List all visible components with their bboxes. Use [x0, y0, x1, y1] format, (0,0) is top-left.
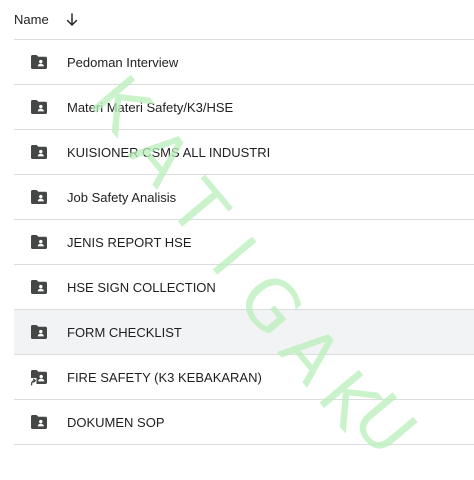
shared-folder-shortcut-icon [29, 367, 49, 387]
list-item[interactable]: JENIS REPORT HSE [14, 220, 474, 265]
shared-folder-icon [29, 232, 49, 252]
item-label: KUISIONER CSMS ALL INDUSTRI [67, 144, 271, 160]
item-label: HSE SIGN COLLECTION [67, 279, 216, 295]
shared-folder-icon [29, 322, 49, 342]
list-item[interactable]: Job Safety Analisis [14, 175, 474, 220]
file-list: Pedoman Interview Materi Materi Safety/K… [14, 40, 474, 445]
shared-folder-icon [29, 187, 49, 207]
item-label: DOKUMEN SOP [67, 414, 165, 430]
item-label: FORM CHECKLIST [67, 324, 182, 340]
shared-folder-icon [29, 412, 49, 432]
list-item[interactable]: Pedoman Interview [14, 40, 474, 85]
list-item[interactable]: DOKUMEN SOP [14, 400, 474, 445]
shared-folder-icon [29, 97, 49, 117]
list-item[interactable]: FIRE SAFETY (K3 KEBAKARAN) [14, 355, 474, 400]
shared-folder-icon [29, 142, 49, 162]
arrow-down-icon[interactable] [65, 12, 79, 27]
list-item[interactable]: Materi Materi Safety/K3/HSE [14, 85, 474, 130]
item-label: JENIS REPORT HSE [67, 234, 192, 250]
item-label: Job Safety Analisis [67, 189, 177, 205]
item-label: FIRE SAFETY (K3 KEBAKARAN) [67, 369, 262, 385]
item-label: Materi Materi Safety/K3/HSE [67, 99, 234, 115]
list-item[interactable]: HSE SIGN COLLECTION [14, 265, 474, 310]
list-header: Name [14, 0, 474, 40]
shared-folder-icon [29, 52, 49, 72]
item-label: Pedoman Interview [67, 54, 179, 70]
name-column-header[interactable]: Name [14, 12, 49, 27]
list-item[interactable]: FORM CHECKLIST [14, 310, 474, 355]
list-item[interactable]: KUISIONER CSMS ALL INDUSTRI [14, 130, 474, 175]
shared-folder-icon [29, 277, 49, 297]
